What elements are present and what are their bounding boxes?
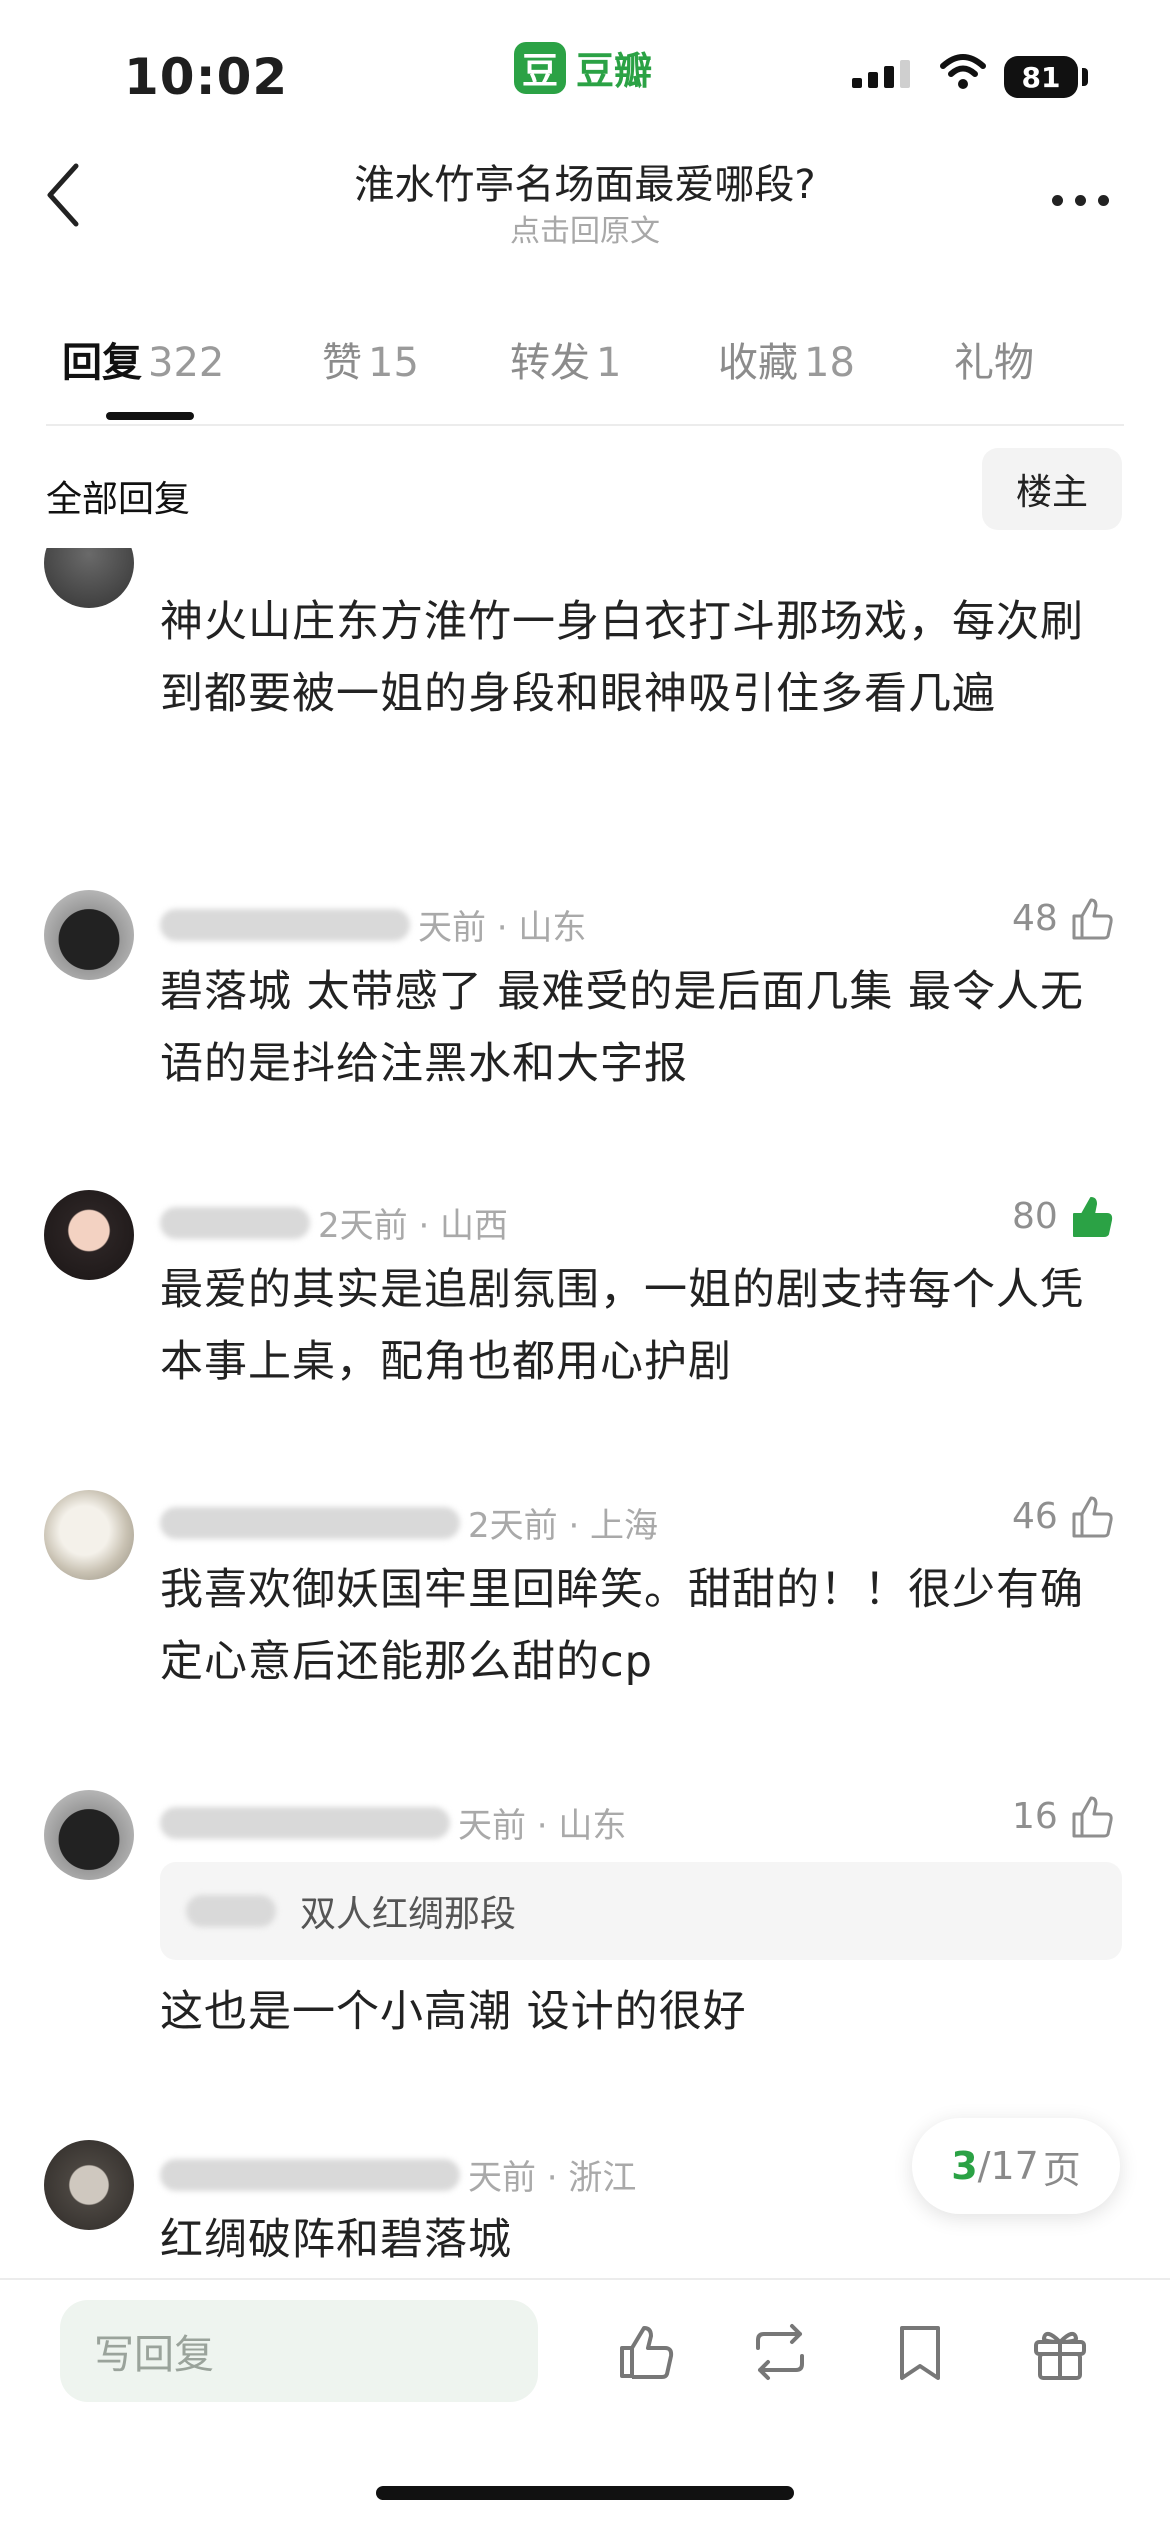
- avatar[interactable]: [44, 1490, 134, 1580]
- page-unit: 页: [1042, 2147, 1081, 2192]
- comment-6-text: 红绸破阵和碧落城: [160, 2215, 512, 2265]
- gift-icon[interactable]: [1028, 2320, 1092, 2384]
- thumbs-up-icon: [1072, 1496, 1113, 1538]
- op-only-button[interactable]: 楼主: [982, 448, 1122, 530]
- more-options-icon[interactable]: [1040, 180, 1120, 220]
- comment-2-like-button[interactable]: 48: [1012, 894, 1116, 942]
- comment-4-time-location: 2天前 · 上海: [468, 1506, 659, 1546]
- comment-3-meta: 2天前 · 山西: [160, 1198, 508, 1247]
- repost-icon[interactable]: [748, 2320, 812, 2384]
- comment-4-like-button[interactable]: 46: [1012, 1492, 1116, 1540]
- blurred-username[interactable]: [160, 2158, 460, 2191]
- comment-5-like-count: 16: [1012, 1795, 1058, 1837]
- blurred-username[interactable]: [160, 908, 410, 941]
- blurred-username[interactable]: [160, 1206, 310, 1239]
- tab-gifts-label: 礼物: [954, 340, 1034, 386]
- comment-5-text: 这也是一个小高潮 设计的很好: [160, 1987, 747, 2037]
- tab-replies-label: 回复: [62, 340, 142, 386]
- avatar[interactable]: [44, 890, 134, 980]
- blurred-quoted-username: [186, 1895, 276, 1927]
- comment-5-time-location: 天前 · 山东: [458, 1806, 627, 1846]
- comment-4-meta: 2天前 · 上海: [160, 1498, 658, 1547]
- quoted-reply[interactable]: 双人红绸那段: [160, 1862, 1122, 1960]
- page-indicator[interactable]: 3 /17 页: [912, 2118, 1120, 2214]
- tab-gifts[interactable]: 礼物: [954, 330, 1034, 388]
- comment-5-like-button[interactable]: 16: [1012, 1792, 1116, 1840]
- like-icon[interactable]: [614, 2320, 678, 2384]
- cellular-signal-icon: [852, 60, 910, 88]
- status-time: 10:02: [124, 48, 289, 106]
- tab-reposts-label: 转发: [510, 340, 590, 386]
- tab-replies-count: 322: [148, 340, 225, 386]
- bookmark-icon[interactable]: [888, 2320, 952, 2384]
- tab-bar: 回复 322 赞 15 转发 1 收藏 18 礼物: [62, 330, 1034, 388]
- comment-6-meta: 天前 · 浙江: [160, 2150, 636, 2199]
- post-title[interactable]: 淮水竹亭名场面最爱哪段?: [200, 152, 970, 210]
- quoted-reply-text: 双人红绸那段: [300, 1894, 517, 1935]
- comment-4-text: 我喜欢御妖国牢里回眸笑。甜甜的！！很少有确定心意后还能那么甜的cp: [160, 1565, 1084, 1687]
- thumbs-up-icon: [1072, 1796, 1113, 1838]
- app-name: 豆瓣: [576, 49, 653, 93]
- tab-likes-label: 赞: [322, 340, 362, 386]
- app-logo: 豆 豆瓣: [514, 40, 652, 95]
- battery-tip: [1082, 68, 1088, 86]
- tab-collections-count: 18: [804, 340, 855, 386]
- back-icon[interactable]: [40, 160, 90, 230]
- comment-2-meta: 天前 · 山东: [160, 900, 586, 949]
- total-pages: /17: [977, 2144, 1039, 2188]
- avatar[interactable]: [44, 1790, 134, 1880]
- comment-3-text: 最爱的其实是追剧氛围，一姐的剧支持每个人凭本事上桌，配角也都用心护剧: [160, 1265, 1084, 1387]
- current-page: 3: [951, 2144, 978, 2188]
- home-indicator: [376, 2486, 794, 2500]
- tab-collections[interactable]: 收藏 18: [718, 330, 954, 388]
- tab-replies[interactable]: 回复 322: [62, 330, 322, 388]
- active-tab-indicator: [106, 412, 194, 420]
- comment-3-like-button[interactable]: 80: [1012, 1192, 1116, 1240]
- comment-2-like-count: 48: [1012, 897, 1058, 939]
- comment-3-like-count: 80: [1012, 1195, 1058, 1237]
- comment-2-text: 碧落城 太带感了 最难受的是后面几集 最令人无语的是抖给注黑水和大字报: [160, 967, 1085, 1089]
- douban-logo-icon: 豆: [514, 41, 566, 94]
- battery-indicator: 81: [1004, 56, 1078, 98]
- blurred-username[interactable]: [160, 1806, 450, 1839]
- avatar[interactable]: [44, 1190, 134, 1280]
- comment-3-time-location: 2天前 · 山西: [318, 1206, 509, 1246]
- avatar[interactable]: [44, 548, 134, 608]
- thumbs-up-icon: [1072, 898, 1113, 940]
- wifi-icon: [940, 54, 986, 89]
- comment-5-meta: 天前 · 山东: [160, 1798, 626, 1847]
- back-to-original-link[interactable]: 点击回原文: [200, 206, 970, 250]
- all-replies-filter[interactable]: 全部回复: [46, 470, 190, 522]
- tab-reposts[interactable]: 转发 1: [510, 330, 718, 388]
- reply-input[interactable]: 写回复: [60, 2300, 538, 2402]
- tab-likes[interactable]: 赞 15: [322, 330, 510, 388]
- tab-likes-count: 15: [368, 340, 419, 386]
- blurred-username[interactable]: [160, 1506, 460, 1539]
- comment-4-like-count: 46: [1012, 1495, 1058, 1537]
- comment-1-text: 神火山庄东方淮竹一身白衣打斗那场戏，每次刷到都要被一姐的身段和眼神吸引住多看几遍: [160, 597, 1084, 719]
- thumbs-up-active-icon: [1072, 1197, 1112, 1237]
- tab-collections-label: 收藏: [718, 340, 798, 386]
- tabs-divider: [46, 424, 1124, 426]
- comment-6-time-location: 天前 · 浙江: [468, 2158, 637, 2198]
- comment-2-time-location: 天前 · 山东: [418, 908, 587, 948]
- tab-reposts-count: 1: [596, 340, 622, 386]
- avatar[interactable]: [44, 2140, 134, 2230]
